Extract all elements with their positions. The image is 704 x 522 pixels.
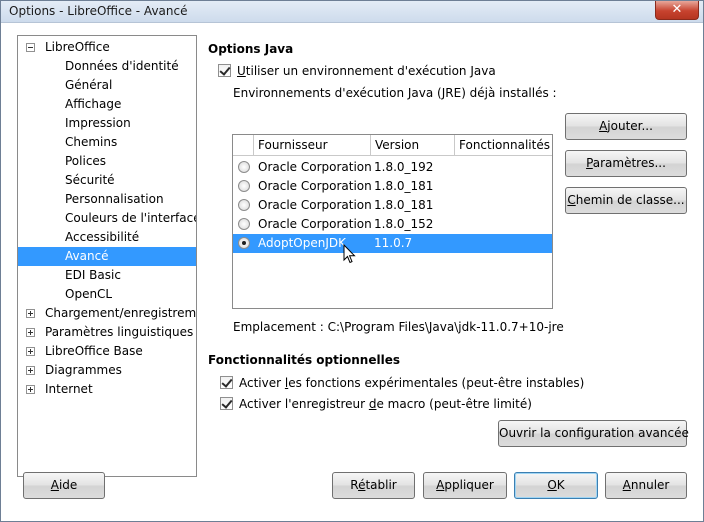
checkbox-checked-icon[interactable] <box>220 397 233 410</box>
tree-item[interactable]: Diagrammes <box>18 361 196 380</box>
use-jre-label: Utiliser un environnement d'exécution Ja… <box>237 64 496 78</box>
classpath-button[interactable]: Chemin de classe... <box>565 187 687 214</box>
tree-item-label: Général <box>65 78 113 92</box>
tree-item[interactable]: Personnalisation <box>18 190 196 209</box>
tree-item[interactable]: Internet <box>18 380 196 399</box>
column-header-vendor[interactable]: Fournisseur <box>254 135 371 155</box>
reset-button[interactable]: Rétablir <box>332 472 415 499</box>
jre-row[interactable]: AdoptOpenJDK 11.0.7 <box>233 234 552 253</box>
expand-icon[interactable] <box>26 309 35 318</box>
tree-item[interactable]: Chargement/enregistrement <box>18 304 196 323</box>
tree-item[interactable]: LibreOffice Base <box>18 342 196 361</box>
tree-item-label: Données d'identité <box>65 59 179 73</box>
cancel-button[interactable]: Annuler <box>605 472 687 499</box>
tree-item-label: Affichage <box>65 97 122 111</box>
radio-icon[interactable] <box>238 161 250 173</box>
jre-version-cell: 1.8.0_192 <box>374 160 434 174</box>
column-header-version[interactable]: Version <box>371 135 455 155</box>
tree-item-label: Internet <box>45 382 93 396</box>
tree-item[interactable]: Données d'identité <box>18 57 196 76</box>
jre-vendor-cell: Oracle Corporation <box>258 198 372 212</box>
column-header-select <box>233 135 254 155</box>
checkbox-checked-icon[interactable] <box>220 376 233 389</box>
tree-item[interactable]: Couleurs de l'interface <box>18 209 196 228</box>
options-tree[interactable]: LibreOffice Données d'identité Général Affi… <box>17 35 197 477</box>
collapse-icon[interactable] <box>26 43 35 52</box>
jre-vendor-cell: AdoptOpenJDK <box>258 236 346 250</box>
radio-icon[interactable] <box>238 180 250 192</box>
tree-item-label: Couleurs de l'interface <box>65 211 197 225</box>
jre-row[interactable]: Oracle Corporation 1.8.0_192 <box>233 158 552 177</box>
mouse-pointer-icon <box>343 244 356 264</box>
tree-item[interactable]: EDI Basic <box>18 266 196 285</box>
jre-row[interactable]: Oracle Corporation 1.8.0_181 <box>233 177 552 196</box>
tree-item-label: Paramètres linguistiques <box>45 325 194 339</box>
jre-vendor-cell: Oracle Corporation <box>258 217 372 231</box>
ok-button[interactable]: OK <box>514 472 598 499</box>
macro-recorder-label: Activer l'enregistreur de macro (peut-êt… <box>239 397 532 411</box>
tree-item-label: Polices <box>65 154 107 168</box>
window-title: Options - LibreOffice - Avancé <box>9 4 188 18</box>
tree-item[interactable]: Avancé <box>18 247 196 266</box>
tree-item-label: Diagrammes <box>45 363 122 377</box>
expand-icon[interactable] <box>26 347 35 356</box>
jre-version-cell: 1.8.0_152 <box>374 217 434 231</box>
checkbox-checked-icon[interactable] <box>218 64 231 77</box>
jre-row[interactable]: Oracle Corporation 1.8.0_181 <box>233 196 552 215</box>
close-icon[interactable]: ✕ <box>655 1 699 20</box>
add-jre-button[interactable]: Ajouter... <box>565 113 687 140</box>
tree-item[interactable]: Impression <box>18 114 196 133</box>
jre-table-header: Fournisseur Version Fonctionnalités <box>233 135 552 156</box>
dialog-content: LibreOffice Données d'identité Général Affi… <box>2 24 702 521</box>
tree-item-label: Personnalisation <box>65 192 164 206</box>
jre-parameters-button[interactable]: Paramètres... <box>565 150 687 177</box>
jre-vendor-cell: Oracle Corporation <box>258 179 372 193</box>
jre-location: Emplacement : C:\Program Files\Java\jdk-… <box>233 320 564 334</box>
jre-version-cell: 1.8.0_181 <box>374 179 434 193</box>
options-dialog: Options - LibreOffice - Avancé ✕ LibreOf… <box>0 0 704 522</box>
tree-item-label: Sécurité <box>65 173 115 187</box>
column-header-features[interactable]: Fonctionnalités <box>455 135 552 155</box>
optional-features-heading: Fonctionnalités optionnelles <box>208 353 400 367</box>
expand-icon[interactable] <box>26 385 35 394</box>
experimental-features-label: Activer les fonctions expérimentales (pe… <box>239 376 585 390</box>
tree-item-label: OpenCL <box>65 287 113 301</box>
tree-item-label: LibreOffice Base <box>45 344 143 358</box>
apply-button[interactable]: Appliquer <box>423 472 507 499</box>
installed-jre-label: Environnements d'exécution Java (JRE) dé… <box>233 86 557 100</box>
help-button[interactable]: Aide <box>23 472 105 499</box>
jre-version-cell: 1.8.0_181 <box>374 198 434 212</box>
title-bar: Options - LibreOffice - Avancé ✕ <box>1 1 703 23</box>
tree-item[interactable]: Polices <box>18 152 196 171</box>
tree-item-label: Chargement/enregistrement <box>45 306 197 320</box>
jre-table[interactable]: Fournisseur Version Fonctionnalités Orac… <box>232 134 553 309</box>
tree-item[interactable]: OpenCL <box>18 285 196 304</box>
expert-configuration-button[interactable]: Ouvrir la configuration avancée <box>498 420 689 447</box>
tree-item-label: Chemins <box>65 135 118 149</box>
tree-item-label: LibreOffice <box>45 40 110 54</box>
jre-version-cell: 11.0.7 <box>374 236 413 250</box>
jre-row[interactable]: Oracle Corporation 1.8.0_152 <box>233 215 552 234</box>
radio-icon[interactable] <box>238 199 250 211</box>
java-options-heading: Options Java <box>208 42 294 56</box>
tree-item[interactable]: Sécurité <box>18 171 196 190</box>
jre-vendor-cell: Oracle Corporation <box>258 160 372 174</box>
tree-item[interactable]: Affichage <box>18 95 196 114</box>
tree-item[interactable]: LibreOffice <box>18 38 196 57</box>
radio-icon[interactable] <box>238 218 250 230</box>
tree-item[interactable]: Général <box>18 76 196 95</box>
expand-icon[interactable] <box>26 328 35 337</box>
tree-item[interactable]: Accessibilité <box>18 228 196 247</box>
tree-item-label: Avancé <box>65 249 109 263</box>
tree-item[interactable]: Chemins <box>18 133 196 152</box>
radio-selected-icon[interactable] <box>238 237 250 249</box>
tree-item-label: Accessibilité <box>65 230 140 244</box>
tree-item-label: Impression <box>65 116 131 130</box>
tree-item-label: EDI Basic <box>65 268 121 282</box>
expand-icon[interactable] <box>26 366 35 375</box>
tree-item[interactable]: Paramètres linguistiques <box>18 323 196 342</box>
